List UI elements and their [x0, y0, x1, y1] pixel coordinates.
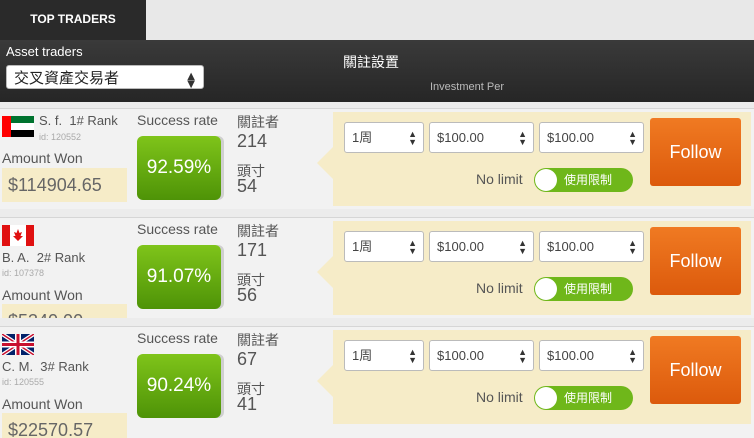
investment-amount-select[interactable]: $100.00 ▲ ▼ — [429, 231, 534, 262]
followers-label: 關註者 — [237, 115, 279, 131]
asset-select-value: 交叉資產交易者 — [14, 69, 120, 87]
followers-count: 214 — [237, 131, 268, 151]
period-select[interactable]: 1周 ▲ ▼ — [344, 231, 424, 262]
amount-won-label: Amount Won — [2, 287, 83, 303]
follow-button[interactable]: Follow — [650, 336, 741, 404]
positions-count: 56 — [237, 285, 258, 305]
uk-flag-icon — [2, 334, 34, 355]
updown-arrow-icon: ▲ ▼ — [518, 129, 527, 147]
toggle-knob — [535, 278, 557, 300]
followers-label: 關註者 — [237, 333, 279, 349]
tab-top-traders[interactable]: TOP TRADERS — [0, 0, 146, 40]
canada-flag-icon — [2, 225, 34, 246]
table-header: Asset traders 交叉資產交易者 ▲ ▼ 關註設置 Investment… — [0, 40, 754, 102]
investment-amount-select[interactable]: $100.00 ▲ ▼ — [429, 122, 534, 153]
amount-won-value: $114904.65 — [2, 168, 127, 202]
amount-won-value: $22570.57 — [2, 413, 127, 438]
updown-arrow-icon: ▲ ▼ — [408, 347, 417, 365]
success-rate-badge: 92.59% — [137, 136, 221, 200]
panel-pointer — [317, 365, 333, 397]
updown-arrow-icon: ▲ ▼ — [408, 129, 417, 147]
updown-arrow-icon: ▲ ▼ — [628, 238, 637, 256]
amount-won-label: Amount Won — [2, 150, 83, 166]
positions-count: 54 — [237, 176, 258, 196]
tab-bar: TOP TRADERS — [0, 0, 754, 40]
use-limit-label: 使用限制 — [564, 391, 613, 405]
no-limit-label: No limit — [476, 280, 523, 296]
investment-per-label: Investment Per — [430, 81, 504, 93]
period-select[interactable]: 1周 ▲ ▼ — [344, 340, 424, 371]
follow-settings-panel: 1周 ▲ ▼ $100.00 ▲ ▼ $100.00 ▲ ▼ No limit 使用限制 F… — [333, 221, 751, 315]
use-limit-label: 使用限制 — [564, 282, 613, 296]
use-limit-toggle[interactable]: 使用限制 — [534, 168, 633, 192]
panel-pointer — [317, 147, 333, 179]
toggle-knob — [535, 169, 557, 191]
investment-amount-select[interactable]: $100.00 ▲ ▼ — [429, 340, 534, 371]
no-limit-label: No limit — [476, 389, 523, 405]
followers-count: 171 — [237, 240, 268, 260]
updown-arrow-icon: ▲ ▼ — [187, 71, 195, 90]
updown-arrow-icon: ▲ ▼ — [628, 129, 637, 147]
trader-name: C. M. 3# Rank — [2, 359, 89, 374]
updown-arrow-icon: ▲ ▼ — [408, 238, 417, 256]
asset-type-select[interactable]: 交叉資產交易者 ▲ ▼ — [6, 65, 204, 90]
use-limit-toggle[interactable]: 使用限制 — [534, 277, 633, 301]
trader-id: id: 120552 — [39, 132, 82, 142]
success-rate-badge: 91.07% — [137, 245, 221, 309]
success-rate-label: Success rate — [137, 221, 218, 237]
period-select[interactable]: 1周 ▲ ▼ — [344, 122, 424, 153]
trader-row: S. f. 1# Rank id: 120552 Amount Won $114… — [0, 108, 754, 209]
asset-traders-label: Asset traders — [6, 44, 83, 59]
trader-row: B. A. 2# Rank id: 107378 Amount Won $534… — [0, 217, 754, 318]
follow-settings-panel: 1周 ▲ ▼ $100.00 ▲ ▼ $100.00 ▲ ▼ No limit 使用限制 F… — [333, 330, 751, 424]
trader-name: B. A. 2# Rank — [2, 250, 86, 265]
positions-count: 41 — [237, 394, 258, 414]
no-limit-label: No limit — [476, 171, 523, 187]
follow-settings-panel: 1周 ▲ ▼ $100.00 ▲ ▼ $100.00 ▲ ▼ No limit 使用限制 F… — [333, 112, 751, 206]
amount-won-label: Amount Won — [2, 396, 83, 412]
updown-arrow-icon: ▲ ▼ — [628, 347, 637, 365]
followers-count: 67 — [237, 349, 258, 369]
limit-amount-select[interactable]: $100.00 ▲ ▼ — [539, 122, 644, 153]
limit-amount-select[interactable]: $100.00 ▲ ▼ — [539, 340, 644, 371]
trader-id: id: 120555 — [2, 377, 45, 387]
use-limit-toggle[interactable]: 使用限制 — [534, 386, 633, 410]
followers-label: 關註者 — [237, 224, 279, 240]
limit-amount-select[interactable]: $100.00 ▲ ▼ — [539, 231, 644, 262]
success-rate-label: Success rate — [137, 330, 218, 346]
uae-flag-icon — [2, 116, 34, 137]
success-rate-label: Success rate — [137, 112, 218, 128]
success-rate-badge: 90.24% — [137, 354, 221, 418]
trader-name: S. f. 1# Rank — [39, 113, 118, 128]
amount-won-value: $5340.00 — [2, 304, 127, 318]
follow-button[interactable]: Follow — [650, 118, 741, 186]
trader-row: C. M. 3# Rank id: 120555 Amount Won $225… — [0, 326, 754, 438]
follow-button[interactable]: Follow — [650, 227, 741, 295]
panel-pointer — [317, 256, 333, 288]
updown-arrow-icon: ▲ ▼ — [518, 238, 527, 256]
trader-id: id: 107378 — [2, 268, 45, 278]
use-limit-label: 使用限制 — [564, 173, 613, 187]
updown-arrow-icon: ▲ ▼ — [518, 347, 527, 365]
follow-settings-title: 關註設置 — [343, 55, 399, 71]
toggle-knob — [535, 387, 557, 409]
